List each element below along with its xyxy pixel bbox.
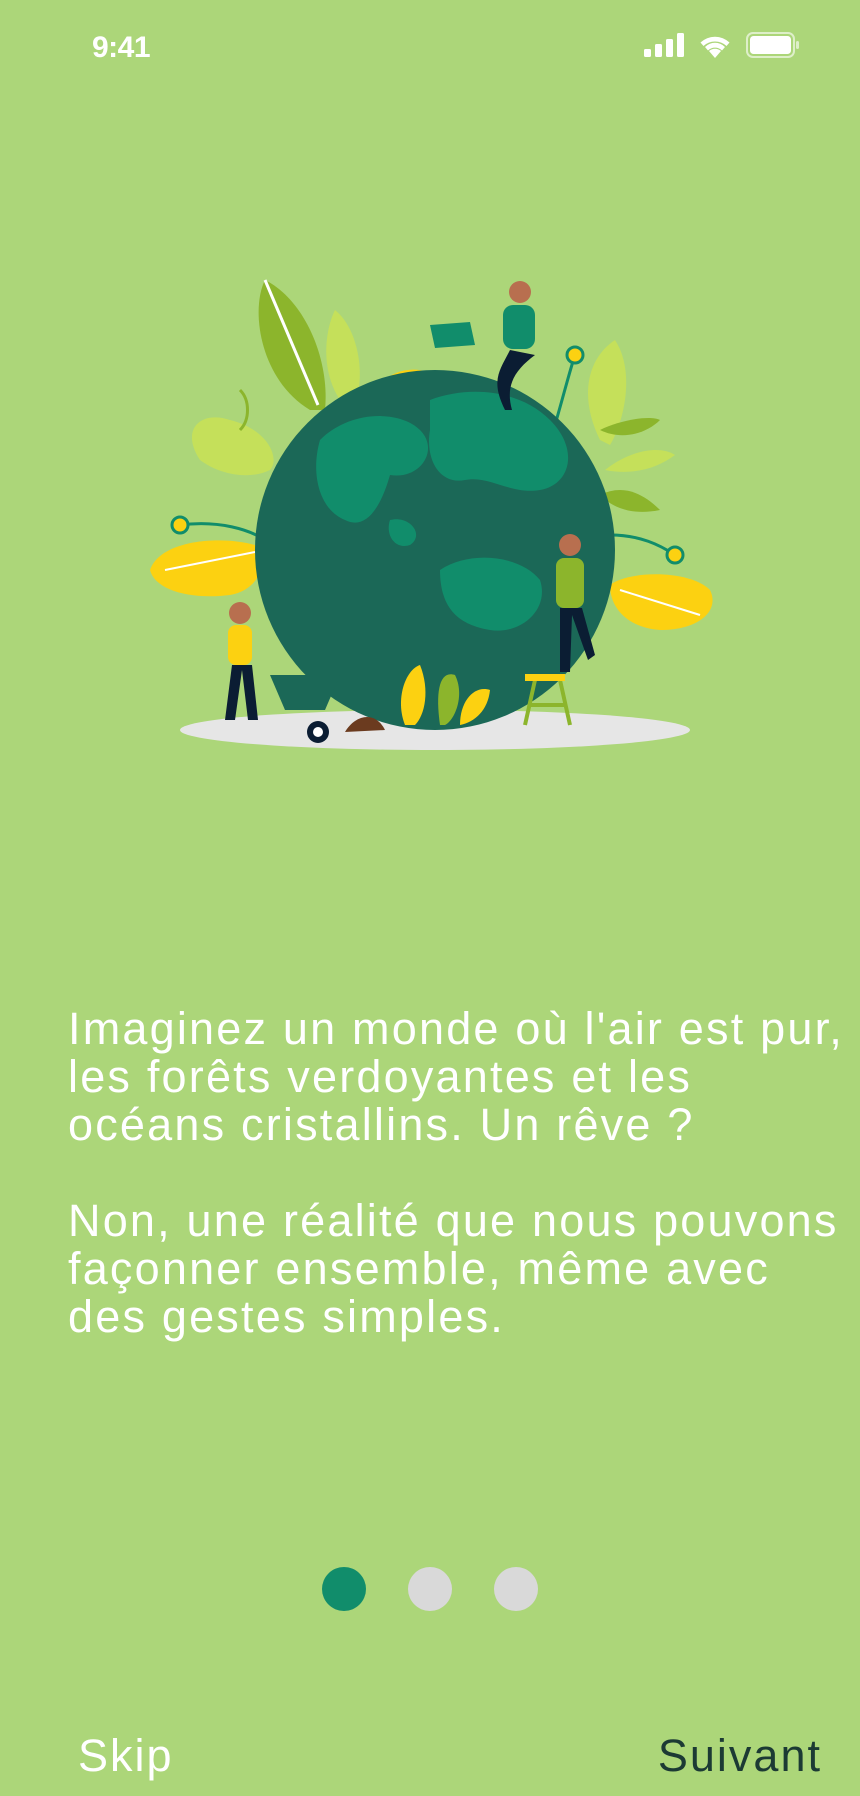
leaf bbox=[326, 310, 360, 400]
person-legs bbox=[225, 665, 258, 720]
person-head bbox=[509, 281, 531, 303]
person-body bbox=[228, 625, 252, 665]
earth-planting-illustration bbox=[150, 279, 713, 750]
page-dot-active[interactable] bbox=[322, 1567, 366, 1611]
cellular-signal-icon bbox=[644, 33, 684, 57]
wifi-icon bbox=[700, 36, 730, 58]
person-body bbox=[503, 305, 535, 349]
onboarding-paragraph: Non, une réalité que nous pouvons façonn… bbox=[68, 1195, 839, 1342]
onboarding-text: Imaginez un monde où l'air est pur, les … bbox=[68, 1005, 848, 1341]
next-button[interactable]: Suivant bbox=[658, 1730, 822, 1782]
status-bar: 9:41 bbox=[0, 0, 860, 100]
page-dot[interactable] bbox=[494, 1567, 538, 1611]
person-head bbox=[559, 534, 581, 556]
person-body bbox=[556, 558, 584, 608]
person-head bbox=[229, 602, 251, 624]
flower bbox=[170, 515, 190, 535]
wheelbarrow bbox=[270, 675, 340, 710]
battery-icon bbox=[746, 32, 799, 58]
status-icons bbox=[644, 32, 800, 58]
watering-can bbox=[430, 322, 475, 348]
page-dot[interactable] bbox=[408, 1567, 452, 1611]
leaf bbox=[605, 450, 675, 472]
page-indicator bbox=[0, 1567, 860, 1611]
flower bbox=[665, 545, 685, 565]
continent bbox=[429, 391, 569, 491]
onboarding-paragraph: Imaginez un monde où l'air est pur, les … bbox=[68, 1003, 844, 1150]
leaf bbox=[191, 417, 274, 476]
status-time: 9:41 bbox=[92, 31, 151, 64]
flower bbox=[565, 345, 585, 365]
yellow-leaf-left bbox=[150, 540, 262, 597]
skip-button[interactable]: Skip bbox=[78, 1730, 174, 1782]
